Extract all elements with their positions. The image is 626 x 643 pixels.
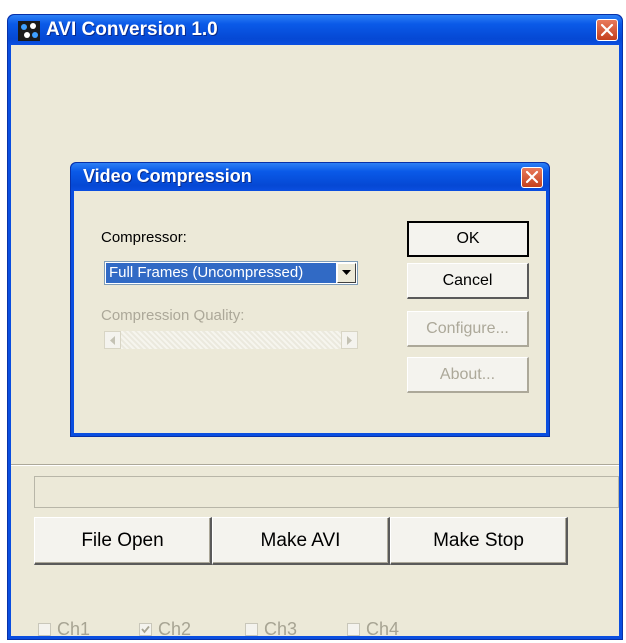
dialog-title-bar[interactable]: Video Compression <box>71 163 549 191</box>
checkmark-icon <box>141 625 150 634</box>
dropdown-button[interactable] <box>337 263 356 283</box>
chevron-down-icon <box>342 270 351 275</box>
close-button[interactable] <box>596 19 618 41</box>
scroll-left-button[interactable] <box>104 331 121 349</box>
scroll-track <box>121 331 341 349</box>
ch4-checkbox[interactable]: Ch4 <box>347 619 399 640</box>
scroll-right-button[interactable] <box>341 331 358 349</box>
dialog-title: Video Compression <box>83 166 252 186</box>
ch4-label: Ch4 <box>366 619 400 639</box>
close-icon <box>525 170 539 184</box>
ok-button[interactable]: OK <box>407 221 529 257</box>
compression-quality-slider[interactable] <box>104 331 358 349</box>
compression-quality-label: Compression Quality: <box>101 307 245 324</box>
title-bar[interactable]: AVI Conversion 1.0 <box>8 15 622 45</box>
file-open-button[interactable]: File Open <box>34 517 212 565</box>
checkbox-box <box>139 623 152 636</box>
cancel-button[interactable]: Cancel <box>407 263 529 299</box>
separator <box>11 464 619 466</box>
make-avi-button[interactable]: Make AVI <box>212 517 390 565</box>
status-field <box>34 476 619 508</box>
checkbox-box <box>245 623 258 636</box>
arrow-right-icon <box>347 336 352 345</box>
checkbox-box <box>347 623 360 636</box>
ch3-checkbox[interactable]: Ch3 <box>245 619 297 640</box>
compressor-value: Full Frames (Uncompressed) <box>106 263 336 283</box>
ch2-label: Ch2 <box>158 619 192 639</box>
ch1-checkbox[interactable]: Ch1 <box>38 619 90 640</box>
checkbox-box <box>38 623 51 636</box>
dialog-client-area: Compressor: Full Frames (Uncompressed) C… <box>74 191 546 433</box>
window-title: AVI Conversion 1.0 <box>46 19 218 40</box>
ch2-checkbox[interactable]: Ch2 <box>139 619 191 640</box>
avi-app-icon <box>18 21 40 41</box>
close-icon <box>600 23 614 37</box>
about-button[interactable]: About... <box>407 357 529 393</box>
compressor-label: Compressor: <box>101 229 187 246</box>
dialog-close-button[interactable] <box>521 167 543 188</box>
ch1-label: Ch1 <box>57 619 91 639</box>
ch3-label: Ch3 <box>264 619 298 639</box>
video-compression-dialog: Video Compression Compressor: Full Frame… <box>70 162 550 437</box>
arrow-left-icon <box>110 336 115 345</box>
compressor-select[interactable]: Full Frames (Uncompressed) <box>104 261 358 285</box>
make-stop-button[interactable]: Make Stop <box>390 517 568 565</box>
configure-button[interactable]: Configure... <box>407 311 529 347</box>
